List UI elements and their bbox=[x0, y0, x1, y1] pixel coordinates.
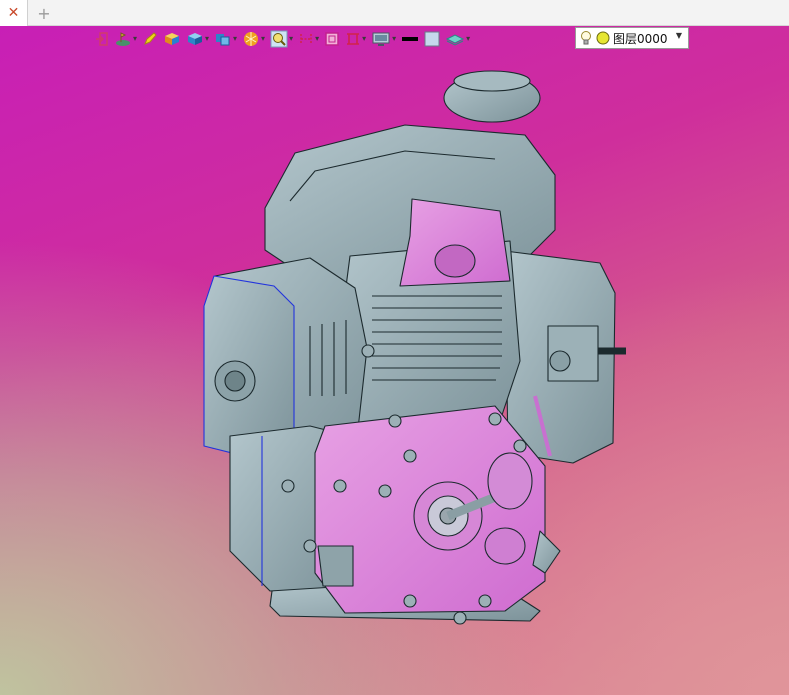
add-tab-icon[interactable]: + bbox=[34, 0, 54, 26]
engine-3d-model[interactable] bbox=[0, 26, 789, 695]
tab-bar: ✕ + bbox=[0, 0, 789, 26]
3d-viewport[interactable]: ▾ ▾ ▾ ▾ ▾ ▾ ▾ ▾ ▾ 图层0000 ▼ bbox=[0, 26, 789, 695]
close-tab-icon[interactable]: ✕ bbox=[0, 0, 28, 26]
